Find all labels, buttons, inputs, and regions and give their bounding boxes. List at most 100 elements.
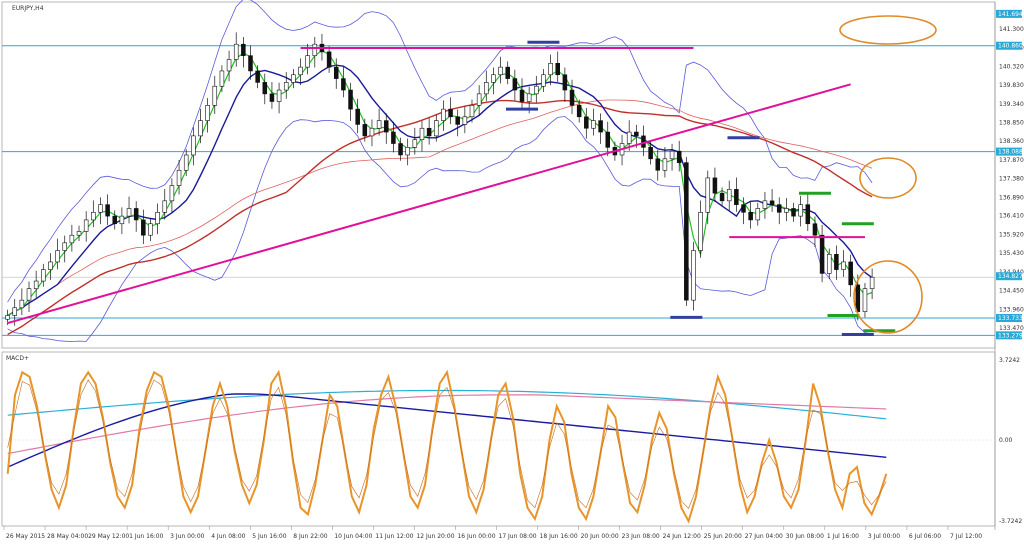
candle-body bbox=[341, 78, 346, 91]
time-tick-label: 24 Jun 12:00 bbox=[663, 533, 701, 540]
candle-body bbox=[126, 208, 132, 217]
candle-body bbox=[312, 43, 318, 56]
candle-body bbox=[398, 143, 403, 156]
price-tag-label: 133.733 bbox=[998, 315, 1023, 322]
candle-body bbox=[391, 131, 396, 144]
candle-body bbox=[662, 158, 668, 171]
candle-body bbox=[133, 208, 139, 221]
price-tick-label: 136.410 bbox=[999, 213, 1024, 220]
candle-body bbox=[834, 254, 839, 270]
price-tag-label: 133.279 bbox=[998, 332, 1023, 339]
candle-body bbox=[741, 204, 746, 213]
candle-body bbox=[762, 200, 768, 209]
candle-body bbox=[841, 261, 846, 270]
candle-body bbox=[805, 204, 811, 225]
candle-body bbox=[769, 200, 775, 205]
candle-body bbox=[848, 261, 853, 286]
candle-body bbox=[191, 135, 196, 156]
candle-body bbox=[405, 147, 410, 156]
price-tag-label: 141.694 bbox=[998, 11, 1023, 18]
time-tick-label: 10 Jun 04:00 bbox=[334, 533, 372, 540]
candle-body bbox=[283, 82, 289, 91]
candle-body bbox=[12, 307, 17, 316]
candle-body bbox=[469, 105, 475, 118]
price-tick-label: 135.920 bbox=[999, 231, 1024, 238]
candle-body bbox=[441, 108, 446, 121]
candle-body bbox=[584, 116, 589, 129]
price-tick-label: 136.890 bbox=[999, 194, 1024, 201]
candle-body bbox=[169, 185, 175, 202]
time-tick-label: 25 Jun 20:00 bbox=[704, 533, 742, 540]
price-tag-label: 134.827 bbox=[998, 273, 1023, 280]
time-tick-label: 3 Jun 00:00 bbox=[170, 533, 204, 540]
time-tick-label: 12 Jun 20:00 bbox=[416, 533, 454, 540]
price-tick-label: 134.450 bbox=[999, 288, 1024, 295]
candle-body bbox=[291, 74, 296, 83]
candle-body bbox=[183, 154, 189, 171]
candle-body bbox=[176, 169, 182, 186]
candle-body bbox=[141, 219, 146, 236]
price-tick-label: 138.360 bbox=[999, 138, 1024, 145]
time-tick-label: 30 Jun 08:00 bbox=[786, 533, 824, 540]
price-tick-label: 139.830 bbox=[999, 82, 1024, 89]
macd-tick-label: 0.00 bbox=[999, 437, 1013, 444]
candle-body bbox=[269, 93, 275, 102]
candle-body bbox=[812, 223, 818, 236]
candle-body bbox=[569, 89, 575, 106]
candle-body bbox=[455, 116, 460, 125]
candle-body bbox=[691, 250, 696, 301]
candle-body bbox=[233, 43, 239, 60]
candle-body bbox=[748, 211, 753, 221]
candle-body bbox=[198, 120, 203, 137]
price-tick-label: 135.430 bbox=[999, 250, 1024, 257]
candle-body bbox=[383, 120, 389, 133]
candle-body bbox=[26, 288, 32, 301]
candle-body bbox=[605, 131, 611, 148]
candle-body bbox=[512, 78, 518, 91]
candle-body bbox=[298, 66, 303, 76]
price-tick-label: 141.300 bbox=[999, 26, 1024, 33]
candle-body bbox=[155, 211, 160, 225]
candle-body bbox=[226, 59, 232, 72]
candle-body bbox=[248, 55, 253, 72]
time-tick-label: 5 Jun 16:00 bbox=[252, 533, 286, 540]
price-tick-label: 137.870 bbox=[999, 157, 1024, 164]
candle-body bbox=[276, 89, 282, 102]
time-tick-label: 1 Jun 16:00 bbox=[129, 533, 163, 540]
candle-body bbox=[55, 250, 60, 263]
time-tick-label: 20 Jun 00:00 bbox=[581, 533, 619, 540]
price-tick-label: 137.380 bbox=[999, 176, 1024, 183]
candle-body bbox=[541, 74, 546, 87]
candle-body bbox=[241, 43, 246, 56]
candle-body bbox=[148, 223, 153, 236]
candle-body bbox=[33, 280, 39, 289]
candle-body bbox=[105, 204, 110, 217]
candle-body bbox=[255, 70, 260, 83]
candle-body bbox=[462, 116, 468, 125]
candle-body bbox=[41, 269, 46, 282]
price-tag-label: 138.088 bbox=[998, 149, 1023, 156]
candle-body bbox=[719, 192, 725, 202]
candle-body bbox=[869, 276, 875, 289]
price-tick-label: 133.470 bbox=[999, 325, 1024, 332]
time-tick-label: 7 Jul 12:00 bbox=[950, 533, 982, 540]
time-tick-label: 26 May 2015 bbox=[6, 533, 45, 540]
candle-body bbox=[119, 215, 125, 225]
time-tick-label: 4 Jun 08:00 bbox=[211, 533, 245, 540]
candle-body bbox=[19, 299, 25, 309]
candle-body bbox=[498, 66, 503, 76]
macd-label: MACD+ bbox=[6, 355, 29, 362]
candle-body bbox=[98, 204, 103, 213]
candle-body bbox=[69, 234, 75, 244]
time-tick-label: 16 Jun 00:00 bbox=[457, 533, 495, 540]
candle-body bbox=[419, 127, 425, 141]
candle-body bbox=[862, 288, 868, 312]
candle-body bbox=[648, 147, 653, 160]
time-tick-label: 29 May 12:00 bbox=[88, 533, 129, 540]
time-tick-label: 3 Jul 00:00 bbox=[868, 533, 900, 540]
candle-body bbox=[83, 219, 89, 232]
candle-body bbox=[734, 189, 739, 205]
time-tick-label: 1 Jul 16:00 bbox=[827, 533, 859, 540]
candle-body bbox=[348, 89, 353, 110]
candle-body bbox=[798, 204, 803, 217]
